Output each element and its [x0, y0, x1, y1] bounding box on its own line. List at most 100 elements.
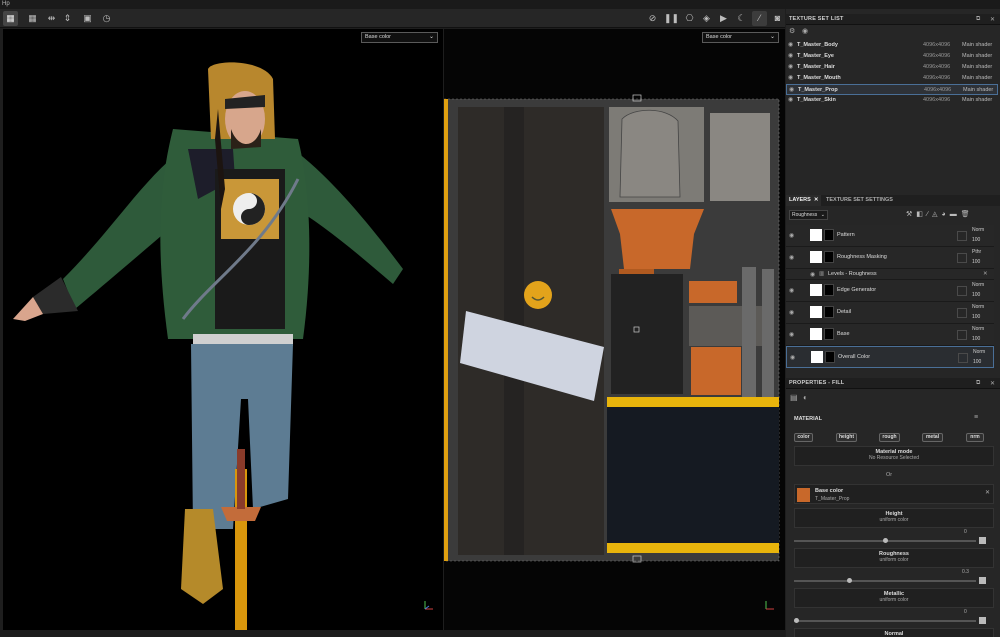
- layer-opacity[interactable]: 100: [972, 292, 980, 298]
- texture-set-shader[interactable]: Main shader: [962, 40, 992, 51]
- layer-select-box[interactable]: [958, 353, 968, 363]
- eye-icon[interactable]: ◉: [789, 331, 794, 338]
- close-icon[interactable]: ✕: [983, 271, 988, 277]
- settings-icon[interactable]: ⚙: [789, 27, 795, 35]
- undock-icon[interactable]: ⧉: [976, 16, 980, 23]
- height-slider-knob[interactable]: [882, 538, 888, 543]
- eye-icon[interactable]: ◉: [788, 40, 793, 51]
- layer-select-box[interactable]: [957, 330, 967, 340]
- texture-set-shader[interactable]: Main shader: [962, 51, 992, 62]
- material-color-button[interactable]: color: [794, 433, 813, 442]
- close-icon[interactable]: ✕: [985, 489, 990, 496]
- texture-set-row[interactable]: ◉ T_Master_Body 4096x4096 Main shader: [786, 40, 998, 51]
- add-effect-icon[interactable]: ⚒: [906, 211, 916, 218]
- layer-opacity[interactable]: 100: [972, 237, 980, 243]
- metallic-block[interactable]: Metallic uniform color: [794, 588, 994, 608]
- base-color-block[interactable]: Base color T_Master_Prop ✕: [794, 484, 994, 504]
- eye-icon[interactable]: ◉: [790, 354, 795, 361]
- eye-icon[interactable]: ◉: [788, 95, 793, 106]
- layer-row[interactable]: ◉ Edge Generator Norm 100: [786, 280, 994, 302]
- viewport-3d[interactable]: Base color ⌄: [3, 29, 443, 630]
- pause-icon[interactable]: ❚❚: [664, 11, 679, 26]
- layer-blend-mode[interactable]: Norm: [972, 282, 984, 288]
- layer-opacity[interactable]: 100: [972, 336, 980, 342]
- layer-opacity[interactable]: 100: [972, 259, 980, 265]
- smart-material-icon[interactable]: ◕: [941, 211, 949, 218]
- layer-blend-mode[interactable]: Norm: [972, 227, 984, 233]
- layer-row[interactable]: ◉ Overall Color Norm 100: [786, 346, 994, 368]
- grid-quad-icon[interactable]: ▦: [25, 11, 40, 26]
- layer-select-box[interactable]: [957, 286, 967, 296]
- fill-properties-icon[interactable]: ▤: [790, 393, 798, 402]
- material-rough-button[interactable]: rough: [879, 433, 900, 442]
- texture-set-row[interactable]: ◉ T_Master_Prop 4096x4096 Main shader: [786, 84, 998, 95]
- delete-icon[interactable]: 🗑: [961, 211, 974, 218]
- close-icon[interactable]: ✕: [812, 197, 819, 203]
- layer-opacity[interactable]: 100: [972, 314, 980, 320]
- layer-select-box[interactable]: [957, 308, 967, 318]
- material-menu-icon[interactable]: ≡: [974, 414, 978, 421]
- layer-channel-dropdown[interactable]: Roughness ⌄: [789, 210, 828, 220]
- height-block[interactable]: Height uniform color: [794, 508, 994, 528]
- grid-single-icon[interactable]: ▦: [3, 11, 18, 26]
- eye-icon[interactable]: ◉: [789, 232, 794, 239]
- layer-blend-mode[interactable]: Norm: [972, 304, 984, 310]
- metallic-slider[interactable]: [794, 618, 976, 623]
- layer-row[interactable]: ◉ Pattern Norm 100: [786, 225, 994, 247]
- material-nrm-button[interactable]: nrm: [966, 433, 984, 442]
- height-slider[interactable]: [794, 538, 976, 543]
- material-mode-block[interactable]: Material mode No Resource Selected: [794, 446, 994, 466]
- texture-set-row[interactable]: ◉ T_Master_Hair 4096x4096 Main shader: [786, 62, 998, 73]
- mirror-x-icon[interactable]: ⇹: [44, 11, 59, 26]
- layer-mask-thumbnail[interactable]: [824, 328, 834, 340]
- metallic-slider-knob[interactable]: [794, 618, 799, 623]
- frame-icon[interactable]: ▣: [80, 11, 95, 26]
- layer-blend-mode[interactable]: Norm: [973, 349, 985, 355]
- camera-mode-icon[interactable]: ⎔: [682, 11, 697, 26]
- layer-mask-thumbnail[interactable]: [824, 229, 834, 241]
- layer-opacity[interactable]: 100: [973, 359, 981, 365]
- layer-row[interactable]: ◉ Base Norm 100: [786, 324, 994, 346]
- history-icon[interactable]: ◷: [99, 11, 114, 26]
- lighting-icon[interactable]: ☾: [734, 11, 749, 26]
- texture-set-row[interactable]: ◉ T_Master_Eye 4096x4096 Main shader: [786, 51, 998, 62]
- layer-mask-thumbnail[interactable]: [824, 306, 834, 318]
- eye-icon[interactable]: ◉: [810, 271, 815, 278]
- texture-set-shader[interactable]: Main shader: [962, 73, 992, 84]
- roughness-slider-reset-icon[interactable]: [979, 577, 986, 584]
- eye-icon[interactable]: ◉: [789, 309, 794, 316]
- brush-icon[interactable]: ⁄: [752, 11, 767, 26]
- mask-properties-icon[interactable]: ◐: [803, 393, 808, 402]
- texture-set-shader[interactable]: Main shader: [962, 62, 992, 73]
- layer-blend-mode[interactable]: Pthr: [972, 249, 981, 255]
- height-slider-reset-icon[interactable]: [979, 537, 986, 544]
- layer-select-box[interactable]: [957, 253, 967, 263]
- roughness-slider-knob[interactable]: [847, 578, 853, 583]
- tab-texture-set-settings[interactable]: TEXTURE SET SETTINGS: [823, 195, 896, 206]
- viewport-2d[interactable]: Base color ⌄: [444, 29, 785, 630]
- eye-icon[interactable]: ◉: [788, 73, 793, 84]
- material-metal-button[interactable]: metal: [922, 433, 943, 442]
- cube-icon[interactable]: ◈: [699, 11, 714, 26]
- eye-icon[interactable]: ◉: [788, 51, 793, 62]
- material-height-button[interactable]: height: [836, 433, 857, 442]
- texture-set-row[interactable]: ◉ T_Master_Skin 4096x4096 Main shader: [786, 95, 998, 106]
- texture-set-shader[interactable]: Main shader: [962, 95, 992, 106]
- menubar-label[interactable]: Hp: [2, 1, 10, 7]
- video-icon[interactable]: ▶: [716, 11, 731, 26]
- layer-mask-thumbnail[interactable]: [824, 284, 834, 296]
- layer-select-box[interactable]: [957, 231, 967, 241]
- mask-icon[interactable]: ◧: [916, 211, 927, 218]
- folder-icon[interactable]: ▬: [950, 211, 961, 218]
- tab-layers[interactable]: LAYERS ✕: [786, 195, 822, 206]
- layer-effect-row[interactable]: ◉ ▥ Levels - Roughness ✕: [786, 269, 994, 280]
- mirror-y-icon[interactable]: ⇕: [60, 11, 75, 26]
- roughness-block[interactable]: Roughness uniform color: [794, 548, 994, 568]
- layer-mask-thumbnail[interactable]: [825, 351, 835, 363]
- eye-icon[interactable]: ◉: [788, 62, 793, 73]
- layer-row[interactable]: ◉ Roughness Masking Pthr 100: [786, 247, 994, 269]
- layer-row[interactable]: ◉ Detail Norm 100: [786, 302, 994, 324]
- layer-mask-thumbnail[interactable]: [824, 251, 834, 263]
- texture-set-row[interactable]: ◉ T_Master_Mouth 4096x4096 Main shader: [786, 73, 998, 84]
- screenshot-icon[interactable]: ◙: [770, 11, 785, 26]
